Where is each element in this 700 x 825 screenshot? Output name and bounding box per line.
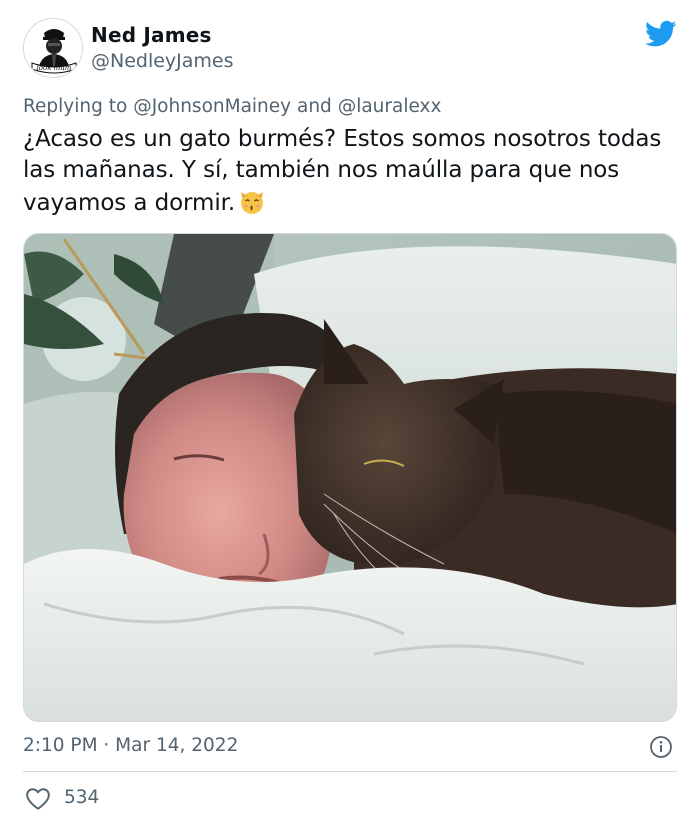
reply-and: and xyxy=(297,96,332,117)
heart-outline-icon[interactable] xyxy=(25,787,51,811)
reply-mention-lauralexx[interactable]: @lauralexx xyxy=(338,96,442,117)
avatar-caption: look mum xyxy=(37,64,72,72)
tweet-body: ¿Acaso es un gato burmés? Estos somos no… xyxy=(23,126,662,216)
like-count: 534 xyxy=(64,787,100,808)
author-handle[interactable]: @NedleyJames xyxy=(91,50,234,72)
avatar[interactable]: look mum xyxy=(23,18,83,78)
avatar-image: look mum xyxy=(24,19,82,77)
photo-man-and-cat-in-bed xyxy=(24,234,676,721)
tweet-photo[interactable] xyxy=(23,233,677,722)
reply-context: Replying to @JohnsonMainey and @lauralex… xyxy=(23,96,441,117)
divider xyxy=(23,771,677,772)
reply-prefix: Replying to xyxy=(23,96,128,117)
kissing-cat-emoji-icon xyxy=(237,186,267,216)
twitter-bird-icon[interactable] xyxy=(644,20,677,48)
tweet-text: ¿Acaso es un gato burmés? Estos somos no… xyxy=(23,124,678,219)
reply-mention-johnsonmainey[interactable]: @JohnsonMainey xyxy=(133,96,291,117)
info-icon[interactable] xyxy=(649,735,673,759)
tweet-timestamp[interactable]: 2:10 PM · Mar 14, 2022 xyxy=(23,735,238,756)
author-name[interactable]: Ned James xyxy=(91,23,212,47)
tweet-card: look mum Ned James @NedleyJames Replying… xyxy=(0,0,700,825)
